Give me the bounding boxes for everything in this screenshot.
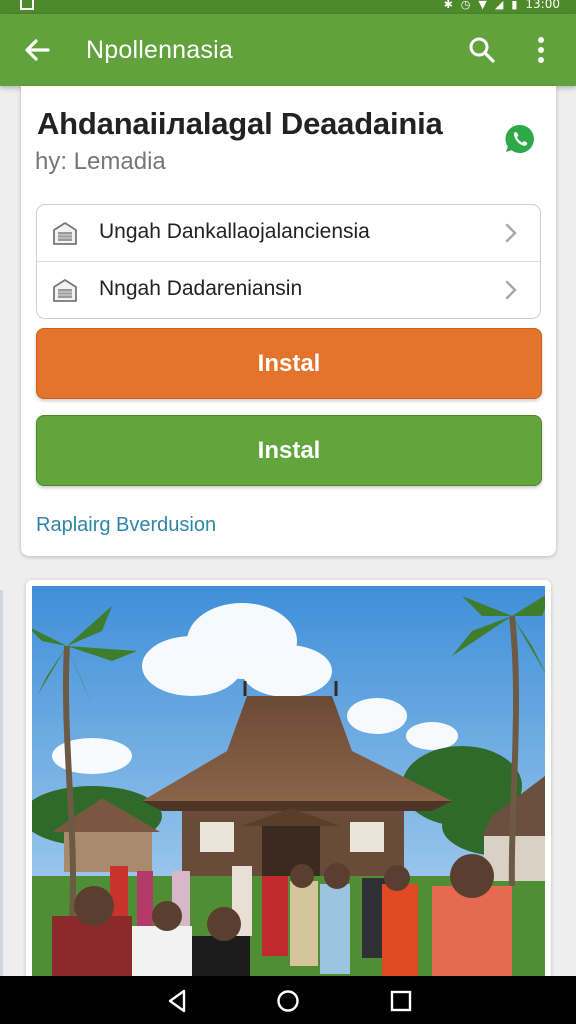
list-item[interactable]: Nngah Dadareniansin — [37, 262, 540, 319]
home-nav-icon[interactable] — [275, 988, 301, 1014]
signal-icon: ◢ — [494, 0, 504, 11]
store-icon — [53, 222, 77, 245]
village-photo[interactable] — [32, 586, 545, 984]
recents-nav-icon[interactable] — [388, 988, 414, 1014]
list-item-label: Ungah Dankallaojalanciensia — [99, 220, 370, 243]
app-name: Ahdanaiiлalagal Deaadainia — [37, 106, 443, 141]
chevron-right-icon — [505, 280, 517, 300]
list-item-label: Nngah Dadareniansin — [99, 277, 303, 300]
battery-icon: ▮ — [511, 0, 518, 11]
report-link[interactable]: Raplairg Bverdusion — [36, 514, 216, 537]
install-button-primary[interactable]: Instal — [36, 328, 542, 399]
list-item[interactable]: Ungah Dankallaojalanciensia — [37, 205, 540, 262]
bluetooth-icon: ✱ — [443, 0, 453, 11]
back-nav-icon[interactable] — [164, 988, 190, 1014]
app-bar-title: Npollennasia — [86, 36, 233, 64]
photo-card — [26, 580, 551, 990]
install-button-secondary[interactable]: Instal — [36, 415, 542, 486]
back-arrow-icon[interactable] — [18, 32, 58, 68]
search-icon[interactable] — [466, 34, 498, 66]
chevron-right-icon — [505, 223, 517, 243]
app-bar: Npollennasia — [0, 14, 576, 86]
status-clock: 13:00 — [525, 0, 560, 11]
adjacent-card-edge — [0, 590, 3, 980]
status-bar: ✱ ◷ ▼ ◢ ▮ 13:00 — [0, 0, 576, 14]
more-options-icon[interactable] — [528, 34, 554, 66]
developer-label: hy: Lemadia — [35, 148, 166, 175]
store-icon — [53, 279, 77, 302]
whatsapp-icon[interactable] — [503, 122, 537, 156]
system-navigation-bar — [0, 976, 576, 1024]
app-info-card: Ahdanaiiлalagal Deaadainia hy: Lemadia U… — [21, 86, 556, 556]
wifi-icon: ▼ — [478, 0, 487, 11]
alarm-icon: ◷ — [460, 0, 471, 11]
notification-icon — [20, 0, 34, 10]
options-list: Ungah Dankallaojalanciensia Nngah Dadare… — [36, 204, 541, 319]
